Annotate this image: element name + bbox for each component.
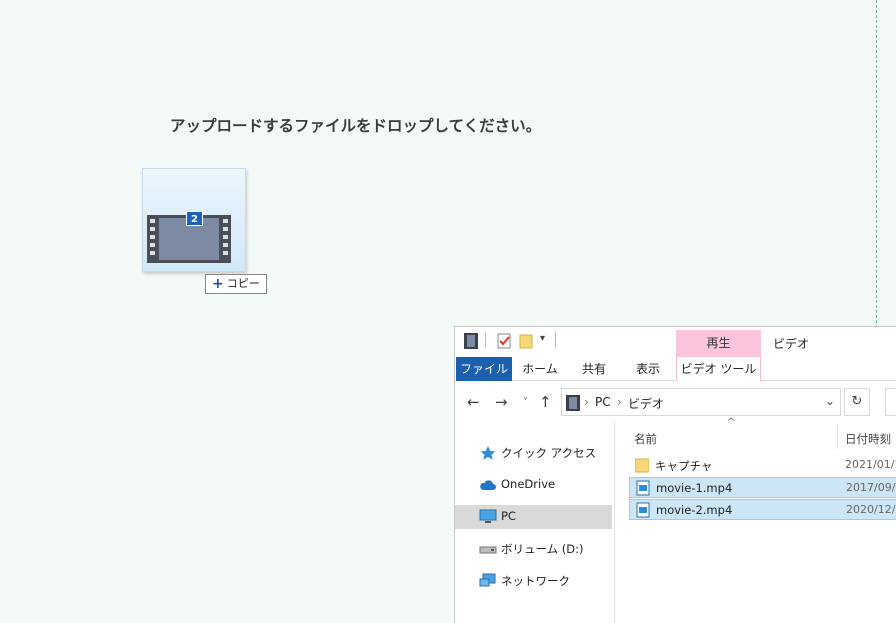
folder-icon <box>635 458 649 473</box>
breadcrumb-pc[interactable]: PC <box>595 395 611 409</box>
network-icon <box>479 573 496 587</box>
address-row: ← → ˅ ↑ › PC › ビデオ ⌄ ↻ <box>455 385 896 419</box>
file-name: movie-1.mp4 <box>656 481 733 495</box>
file-explorer-window: ▾ 再生 ビデオ ファイル ホーム 共有 表示 ビデオ ツール ← → ˅ ↑ … <box>454 326 896 623</box>
up-icon[interactable]: ↑ <box>539 393 552 411</box>
breadcrumb-video[interactable]: ビデオ <box>628 395 664 412</box>
refresh-icon: ↻ <box>851 394 863 409</box>
tab-video-tools[interactable]: ビデオ ツール <box>676 357 761 381</box>
column-header-date[interactable]: 日付時刻 <box>845 431 891 447</box>
tab-file[interactable]: ファイル <box>456 357 512 381</box>
star-icon <box>480 446 496 460</box>
context-tab-header: 再生 <box>676 330 761 357</box>
drag-effect-text: コピー <box>226 277 260 290</box>
nav-item-network[interactable]: ネットワーク <box>455 569 612 593</box>
column-divider[interactable] <box>837 425 838 449</box>
nav-item-pc[interactable]: PC <box>455 505 612 529</box>
plus-icon: + <box>212 276 224 292</box>
file-row-movie-1[interactable]: movie-1.mp4 2017/09/1 <box>629 477 896 498</box>
nav-item-volume-d[interactable]: ボリューム (D:) <box>455 537 612 561</box>
nav-item-label: ネットワーク <box>501 574 570 588</box>
video-file-icon <box>636 502 650 518</box>
nav-item-label: クイック アクセス <box>501 446 597 460</box>
ribbon-tabs: ファイル ホーム 共有 表示 ビデオ ツール <box>455 357 896 381</box>
video-file-icon <box>636 480 650 496</box>
sort-ascending-icon: ^ <box>727 417 736 428</box>
file-row-capture[interactable]: キャプチャ 2021/01/1 <box>629 455 896 476</box>
customize-dropdown-icon[interactable]: ▾ <box>540 333 545 344</box>
tab-share[interactable]: 共有 <box>571 357 617 381</box>
computer-icon <box>479 509 497 523</box>
nav-item-quick-access[interactable]: クイック アクセス <box>455 441 612 465</box>
nav-item-label: ボリューム (D:) <box>501 542 584 556</box>
breadcrumb-separator-icon: › <box>584 395 589 409</box>
navigation-pane: クイック アクセス OneDrive PC ボリューム (D:) ネットワーク <box>455 421 615 623</box>
cloud-icon <box>480 480 496 490</box>
video-app-icon[interactable] <box>464 333 478 349</box>
item-count-badge: 2 <box>186 211 203 226</box>
breadcrumb-separator-icon: › <box>617 395 622 409</box>
nav-item-label: OneDrive <box>501 477 556 491</box>
file-date: 2017/09/1 <box>846 481 896 494</box>
properties-icon[interactable] <box>497 333 511 349</box>
back-icon[interactable]: ← <box>467 393 480 411</box>
column-header-name[interactable]: 名前 <box>634 431 657 447</box>
forward-icon[interactable]: → <box>495 393 508 411</box>
file-list: ^ 名前 日付時刻 キャプチャ 2021/01/1 movie-1.mp4 20… <box>617 417 896 623</box>
tab-view[interactable]: 表示 <box>625 357 671 381</box>
drive-icon <box>479 546 497 554</box>
file-name: キャプチャ <box>655 459 713 473</box>
search-box[interactable] <box>885 388 896 416</box>
file-row-movie-2[interactable]: movie-2.mp4 2020/12/0 <box>629 499 896 520</box>
drag-preview-tile: 2 <box>142 168 246 272</box>
window-title: ビデオ <box>773 337 810 351</box>
drag-effect-label: + コピー <box>205 274 267 294</box>
drop-prompt: アップロードするファイルをドロップしてください。 <box>170 117 542 135</box>
refresh-button[interactable]: ↻ <box>844 388 870 416</box>
chevron-down-icon[interactable]: ⌄ <box>825 394 835 408</box>
file-name: movie-2.mp4 <box>656 503 733 517</box>
new-folder-icon[interactable] <box>519 333 533 349</box>
nav-item-onedrive[interactable]: OneDrive <box>455 473 612 497</box>
video-folder-icon <box>566 395 580 411</box>
tab-home[interactable]: ホーム <box>517 357 563 381</box>
address-bar[interactable]: › PC › ビデオ ⌄ <box>561 388 841 416</box>
nav-item-label: PC <box>501 509 516 523</box>
file-date: 2021/01/1 <box>845 458 896 471</box>
file-date: 2020/12/0 <box>846 503 896 516</box>
recent-dropdown-icon[interactable]: ˅ <box>523 397 528 408</box>
